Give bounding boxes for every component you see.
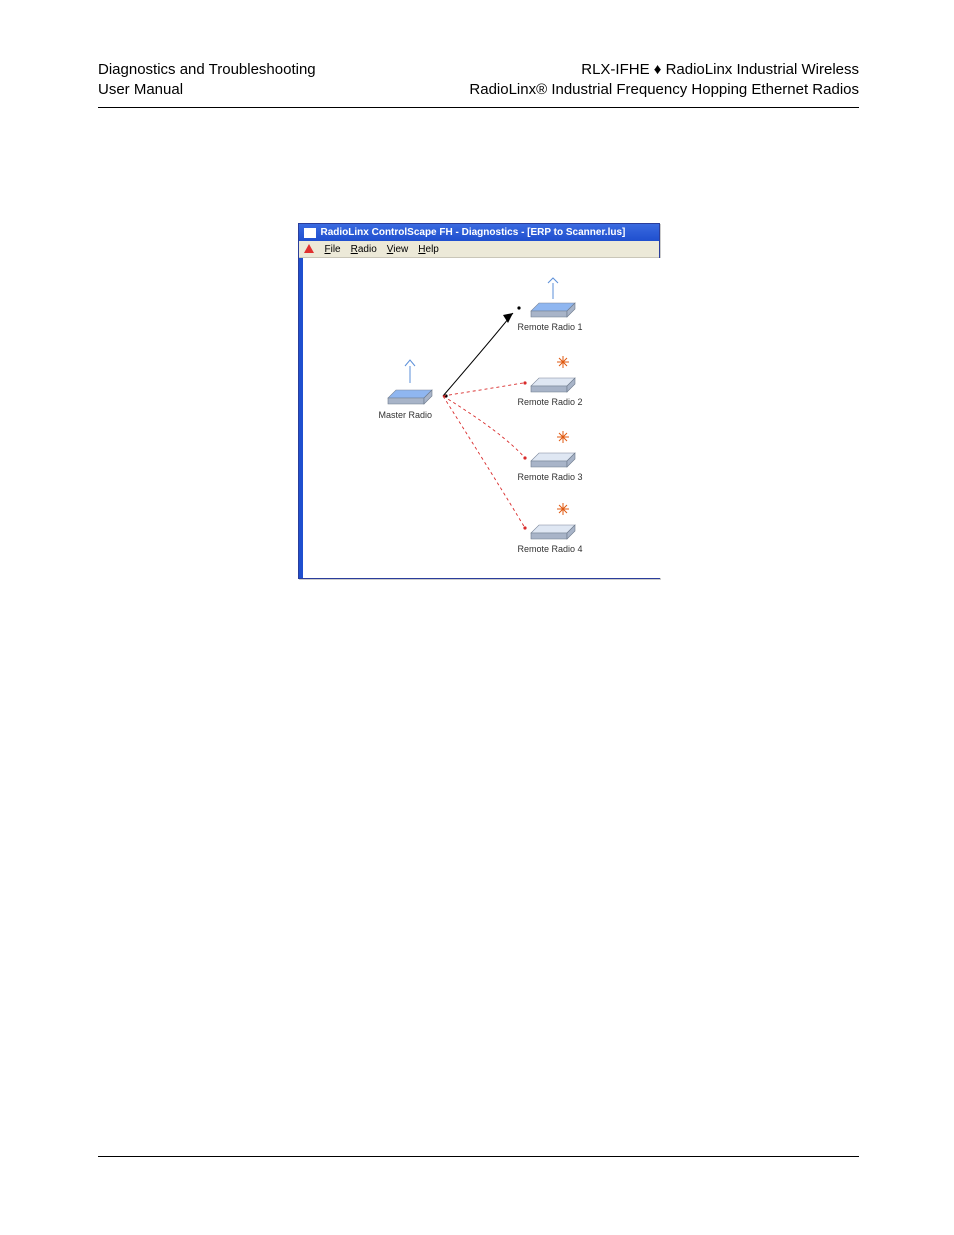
menu-bar: File Radio View Help — [299, 241, 659, 258]
footer-rule — [98, 1156, 859, 1157]
remote-radio-1-icon[interactable] — [531, 278, 575, 317]
header-left-line1: Diagnostics and Troubleshooting — [98, 60, 316, 80]
menu-file[interactable]: File — [325, 244, 341, 255]
menu-help[interactable]: Help — [418, 244, 439, 255]
link-master-remote1 — [443, 313, 513, 396]
link-master-remote4 — [443, 396, 525, 528]
master-radio-icon[interactable] — [388, 360, 432, 404]
window-icon — [304, 228, 316, 238]
remote-radio-2-icon[interactable] — [531, 356, 575, 392]
remote-radio-3-label: Remote Radio 3 — [518, 472, 583, 482]
header-left-line2: User Manual — [98, 80, 316, 100]
header-right-line2: RadioLinx® Industrial Frequency Hopping … — [469, 80, 859, 100]
link-master-remote3 — [443, 396, 525, 458]
menu-view[interactable]: View — [387, 244, 409, 255]
window-titlebar[interactable]: RadioLinx ControlScape FH - Diagnostics … — [299, 224, 659, 241]
application-window: RadioLinx ControlScape FH - Diagnostics … — [298, 223, 660, 579]
figure: RadioLinx ControlScape FH - Diagnostics … — [98, 223, 859, 579]
header-right-line1: RLX-IFHE ♦ RadioLinx Industrial Wireless — [469, 60, 859, 80]
remote-radio-3-icon[interactable] — [531, 431, 575, 467]
remote-radio-4-label: Remote Radio 4 — [518, 544, 583, 554]
menu-radio[interactable]: Radio — [351, 244, 377, 255]
link-master-remote2 — [443, 383, 523, 396]
diagnostics-canvas[interactable]: Master Radio Remote Radio 1 Remote Radio… — [299, 258, 663, 578]
remote-radio-4-icon[interactable] — [531, 503, 575, 539]
app-icon — [303, 243, 315, 255]
remote-radio-2-label: Remote Radio 2 — [518, 397, 583, 407]
page-header: Diagnostics and Troubleshooting User Man… — [98, 60, 859, 108]
master-radio-label: Master Radio — [379, 410, 433, 420]
remote-radio-1-label: Remote Radio 1 — [518, 322, 583, 332]
window-title: RadioLinx ControlScape FH - Diagnostics … — [321, 227, 626, 238]
arrowhead-icon — [503, 313, 513, 323]
